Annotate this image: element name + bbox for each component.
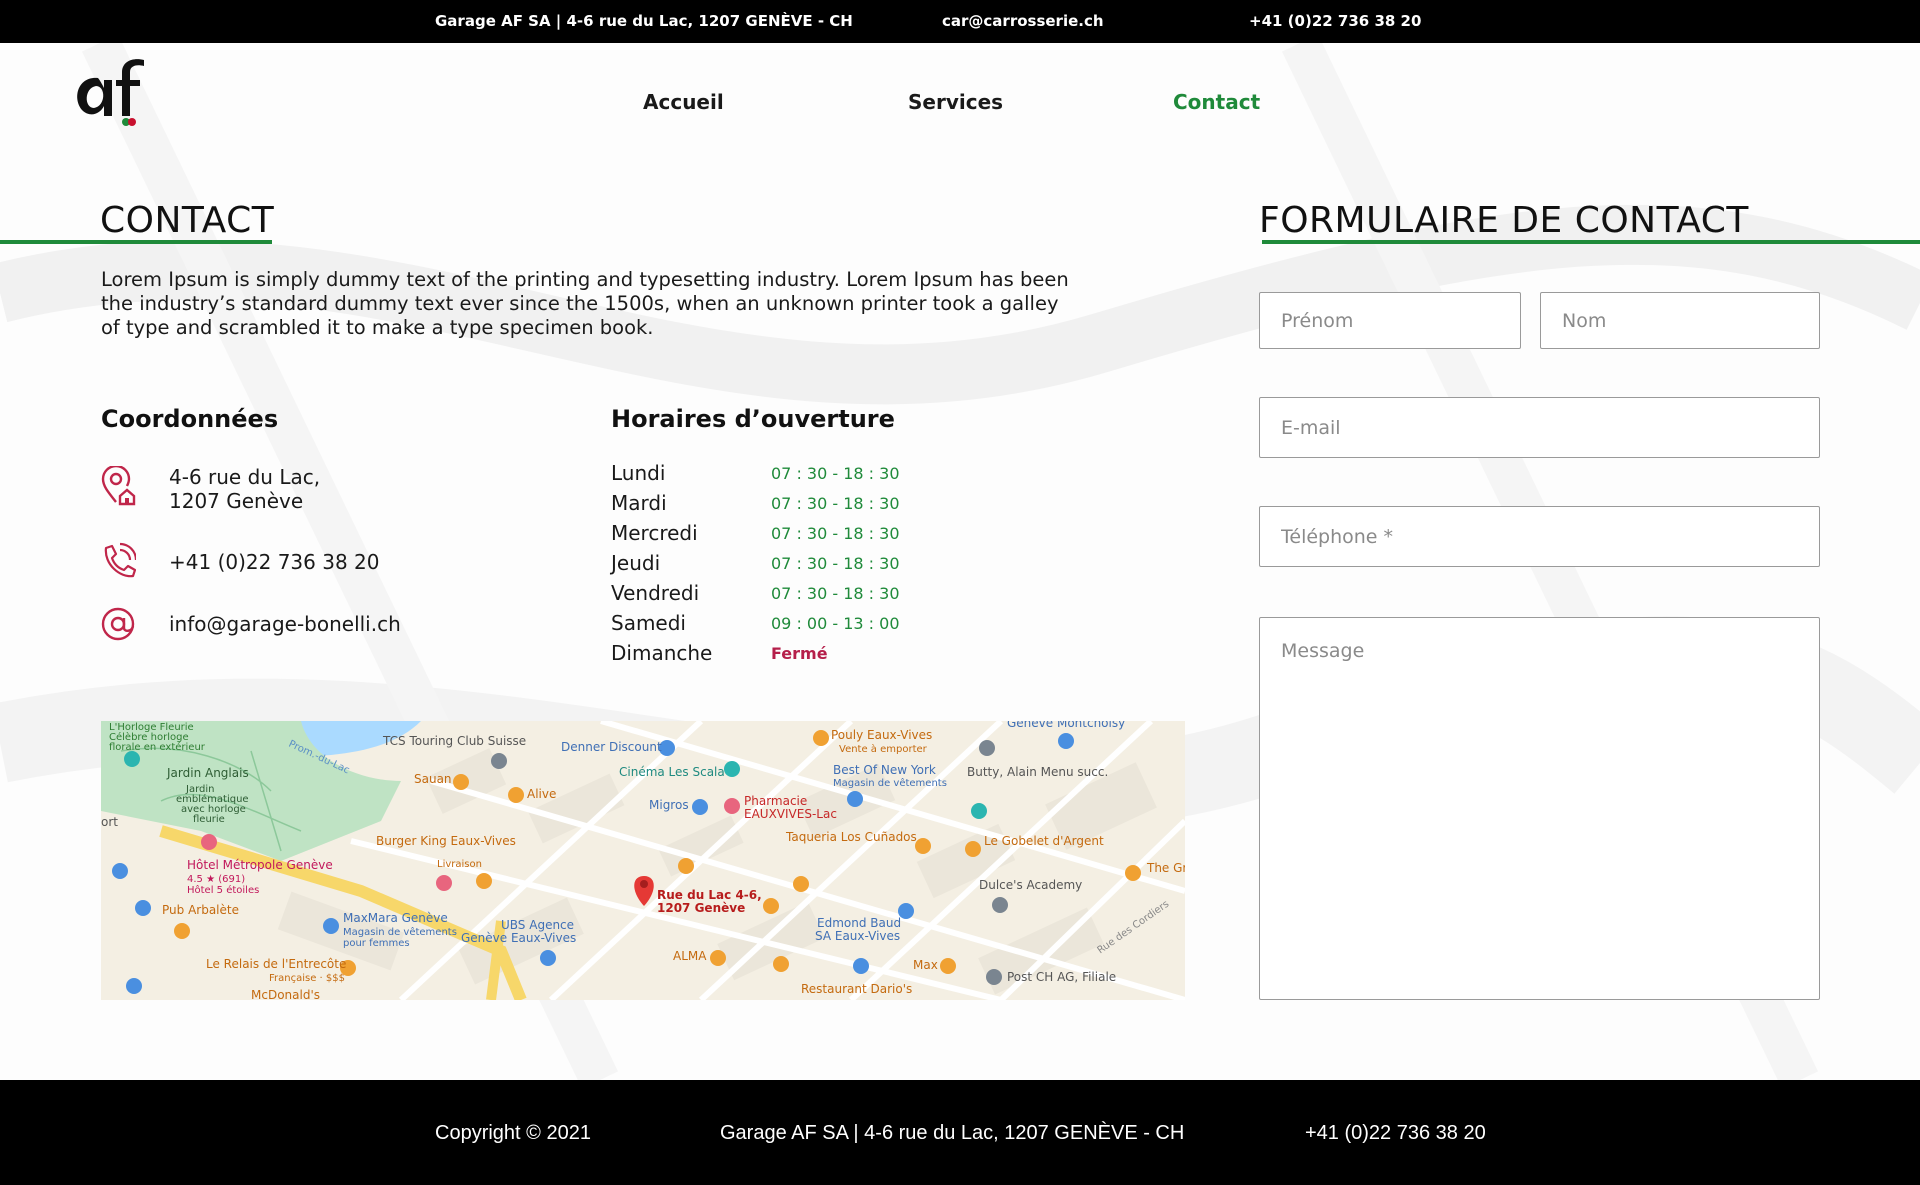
address-line-1: 4-6 rue du Lac,: [169, 465, 321, 489]
map-label: Magasin de vêtements: [833, 778, 947, 789]
contact-intro: Lorem Ipsum is simply dummy text of the …: [101, 268, 1069, 339]
address-line-2: 1207 Genève: [169, 489, 304, 513]
map-label: TCS Touring Club Suisse: [383, 734, 527, 748]
map-label: McDonald's: [251, 988, 320, 1001]
nav-contact[interactable]: Contact: [1173, 90, 1260, 114]
map-label: florale en extérieur: [109, 742, 205, 753]
map-label: fleurie: [193, 814, 225, 825]
hours-row: Vendredi 07 : 30 - 18 : 30: [611, 581, 1011, 611]
map-label: Pub Arbalète: [162, 903, 239, 917]
hours-row: Dimanche Fermé: [611, 641, 1011, 671]
map-label: EAUXVIVES-Lac: [744, 807, 837, 821]
map-label: ALMA: [673, 949, 707, 963]
map-label: Le Gobelet d'Argent: [984, 834, 1104, 848]
hours-row: Samedi 09 : 00 - 13 : 00: [611, 611, 1011, 641]
map-label: Cinéma Les Scala: [619, 765, 725, 779]
map-label: Livraison: [437, 859, 482, 870]
top-info-bar: Garage AF SA | 4-6 rue du Lac, 1207 GENÈ…: [0, 0, 1920, 43]
map-label: SA Eaux-Vives: [815, 929, 901, 943]
hours-row: Jeudi 07 : 30 - 18 : 30: [611, 551, 1011, 581]
footer-copyright: Copyright © 2021: [435, 1122, 591, 1144]
map-label: Post CH AG, Filiale: [1007, 970, 1117, 984]
nav-services[interactable]: Services: [908, 90, 1003, 114]
map-label: Migros: [649, 798, 689, 812]
map-label: Taqueria Los Cuñados: [786, 830, 917, 844]
map-label: Max: [913, 958, 938, 972]
map-label: Genève Eaux-Vives: [461, 931, 577, 945]
firstname-input[interactable]: [1259, 292, 1521, 349]
map-label: MaxMara Genève: [343, 911, 448, 925]
map-label: pour femmes: [343, 938, 410, 949]
contact-title: CONTACT: [100, 200, 275, 241]
address-block: 4-6 rue du Lac, 1207 Genève: [169, 465, 320, 513]
topbar-email[interactable]: car@carrosserie.ch: [942, 12, 1104, 30]
map-label: Best Of New York: [833, 763, 936, 777]
map-label: Française · $$$: [269, 973, 345, 984]
map-label: Hôtel 5 étoiles: [187, 885, 260, 896]
footer: Copyright © 2021 Garage AF SA | 4-6 rue …: [0, 1080, 1920, 1185]
email-input[interactable]: [1259, 397, 1820, 458]
lastname-input[interactable]: [1540, 292, 1820, 349]
phone-input[interactable]: [1259, 506, 1820, 567]
hours-time: 09 : 00 - 13 : 00: [771, 614, 900, 633]
map-label: Dulce's Academy: [979, 878, 1083, 892]
hours-day: Dimanche: [611, 641, 713, 665]
map-label: Alive: [527, 787, 557, 801]
hours-title: Horaires d’ouverture: [611, 405, 895, 433]
map-label: Sauan: [414, 772, 452, 786]
map-label: Denner Discount: [561, 740, 662, 754]
map-label: ort: [101, 815, 118, 829]
map-label: Butty, Alain Menu succ.: [967, 765, 1109, 779]
email-address[interactable]: info@garage-bonelli.ch: [169, 612, 401, 636]
nav-accueil[interactable]: Accueil: [643, 90, 724, 114]
map-pin-home-icon: [101, 466, 136, 506]
hours-time: 07 : 30 - 18 : 30: [771, 584, 900, 603]
location-map[interactable]: L'Horloge Fleurie Célèbre horloge floral…: [101, 721, 1185, 1000]
hours-day: Samedi: [611, 611, 686, 635]
hours-row: Mardi 07 : 30 - 18 : 30: [611, 491, 1011, 521]
hours-day: Jeudi: [611, 551, 661, 575]
hours-day: Vendredi: [611, 581, 700, 605]
contact-title-underline: [0, 240, 272, 244]
hours-time: 07 : 30 - 18 : 30: [771, 494, 900, 513]
phone-number[interactable]: +41 (0)22 736 38 20: [169, 550, 380, 574]
message-textarea[interactable]: [1259, 617, 1820, 1000]
hours-day: Lundi: [611, 461, 666, 485]
af-logo[interactable]: [70, 58, 150, 128]
hours-time: 07 : 30 - 18 : 30: [771, 464, 900, 483]
map-label: Jardin Anglais: [167, 766, 249, 780]
footer-address: Garage AF SA | 4-6 rue du Lac, 1207 GENÈ…: [720, 1122, 1185, 1144]
map-label: The Gr: [1147, 861, 1185, 875]
map-label: Hôtel Métropole Genève: [187, 858, 333, 872]
hours-day: Mardi: [611, 491, 667, 515]
hours-time-closed: Fermé: [771, 644, 828, 663]
map-label: Restaurant Dario's: [801, 982, 913, 996]
map-label: Vente à emporter: [839, 744, 927, 755]
form-title-underline: [1262, 240, 1920, 244]
form-title: FORMULAIRE DE CONTACT: [1259, 200, 1749, 241]
footer-phone[interactable]: +41 (0)22 736 38 20: [1305, 1122, 1486, 1145]
phone-icon: [104, 542, 136, 578]
map-label: Burger King Eaux-Vives: [376, 834, 516, 848]
at-sign-icon: [101, 607, 135, 641]
hours-time: 07 : 30 - 18 : 30: [771, 554, 900, 573]
map-label: Le Relais de l'Entrecôte: [206, 957, 347, 971]
hours-row: Mercredi 07 : 30 - 18 : 30: [611, 521, 1011, 551]
map-label: Genève Montchoisy: [1007, 721, 1126, 730]
hours-day: Mercredi: [611, 521, 698, 545]
topbar-phone[interactable]: +41 (0)22 736 38 20: [1249, 12, 1421, 30]
map-marker-label: Rue du Lac 4-6, 1207 Genève: [657, 888, 762, 915]
map-label: Pouly Eaux-Vives: [831, 728, 933, 742]
hours-row: Lundi 07 : 30 - 18 : 30: [611, 461, 1011, 491]
coords-title: Coordonnées: [101, 405, 279, 433]
topbar-address: Garage AF SA | 4-6 rue du Lac, 1207 GENÈ…: [435, 12, 853, 30]
hours-time: 07 : 30 - 18 : 30: [771, 524, 900, 543]
